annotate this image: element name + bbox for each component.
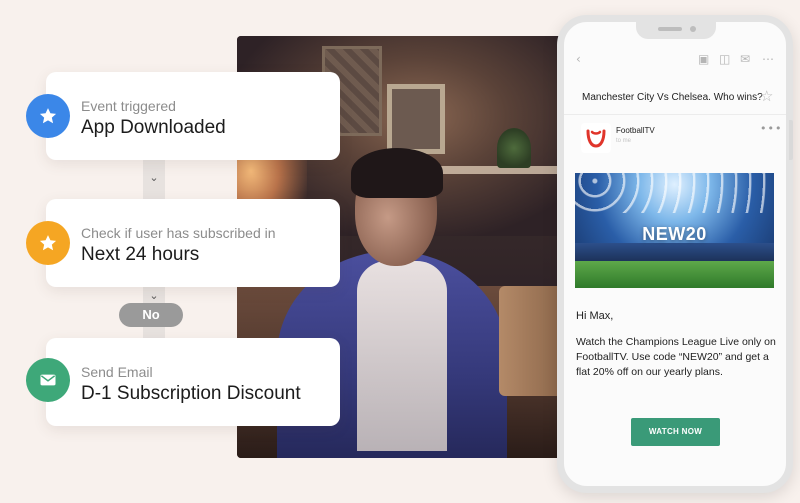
email-subject: Manchester City Vs Chelsea. Who wins?	[582, 92, 763, 103]
mail-icon[interactable]: ✉	[740, 52, 750, 66]
banner-code: NEW20	[642, 224, 707, 244]
star-icon	[26, 221, 70, 265]
step-subtitle: Send Email	[81, 364, 153, 380]
sender-logo-icon	[581, 123, 611, 153]
trash-icon[interactable]: ◫	[719, 52, 730, 66]
step-title: D-1 Subscription Discount	[81, 383, 301, 404]
chevron-down-icon: ⌄	[149, 289, 159, 302]
star-icon	[26, 94, 70, 138]
email-icon	[26, 358, 70, 402]
email-body: Watch the Champions League Live only on …	[576, 336, 776, 378]
step-title: Next 24 hours	[81, 244, 200, 265]
promo-banner: NEW20	[575, 173, 774, 288]
phone-mockup: ‹ ▣ ◫ ✉ ⋯ Manchester City Vs Chelsea. Wh…	[557, 15, 793, 493]
email-toolbar: ‹ ▣ ◫ ✉ ⋯	[564, 52, 786, 70]
branch-no-label[interactable]: No	[119, 303, 183, 327]
sender-recipient: to me	[616, 138, 632, 144]
archive-icon[interactable]: ▣	[698, 52, 709, 66]
email-greeting: Hi Max,	[576, 310, 614, 322]
divider	[564, 114, 786, 115]
back-icon[interactable]: ‹	[576, 52, 581, 66]
more-icon[interactable]: ⋯	[762, 52, 774, 66]
phone-side-button	[789, 120, 793, 160]
more-options-icon[interactable]: •••	[760, 122, 782, 135]
watch-now-button[interactable]: WATCH NOW	[631, 418, 720, 446]
workflow-step-condition[interactable]: Check if user has subscribed in Next 24 …	[46, 199, 340, 287]
phone-notch	[636, 22, 716, 39]
sender-name: FootballTV	[616, 126, 655, 135]
step-subtitle: Event triggered	[81, 98, 176, 114]
step-subtitle: Check if user has subscribed in	[81, 225, 276, 241]
workflow-step-action[interactable]: Send Email D-1 Subscription Discount	[46, 338, 340, 426]
workflow-step-trigger[interactable]: Event triggered App Downloaded	[46, 72, 340, 160]
step-title: App Downloaded	[81, 117, 226, 138]
chevron-down-icon: ⌄	[149, 171, 159, 184]
star-outline-icon[interactable]: ☆	[760, 87, 773, 105]
